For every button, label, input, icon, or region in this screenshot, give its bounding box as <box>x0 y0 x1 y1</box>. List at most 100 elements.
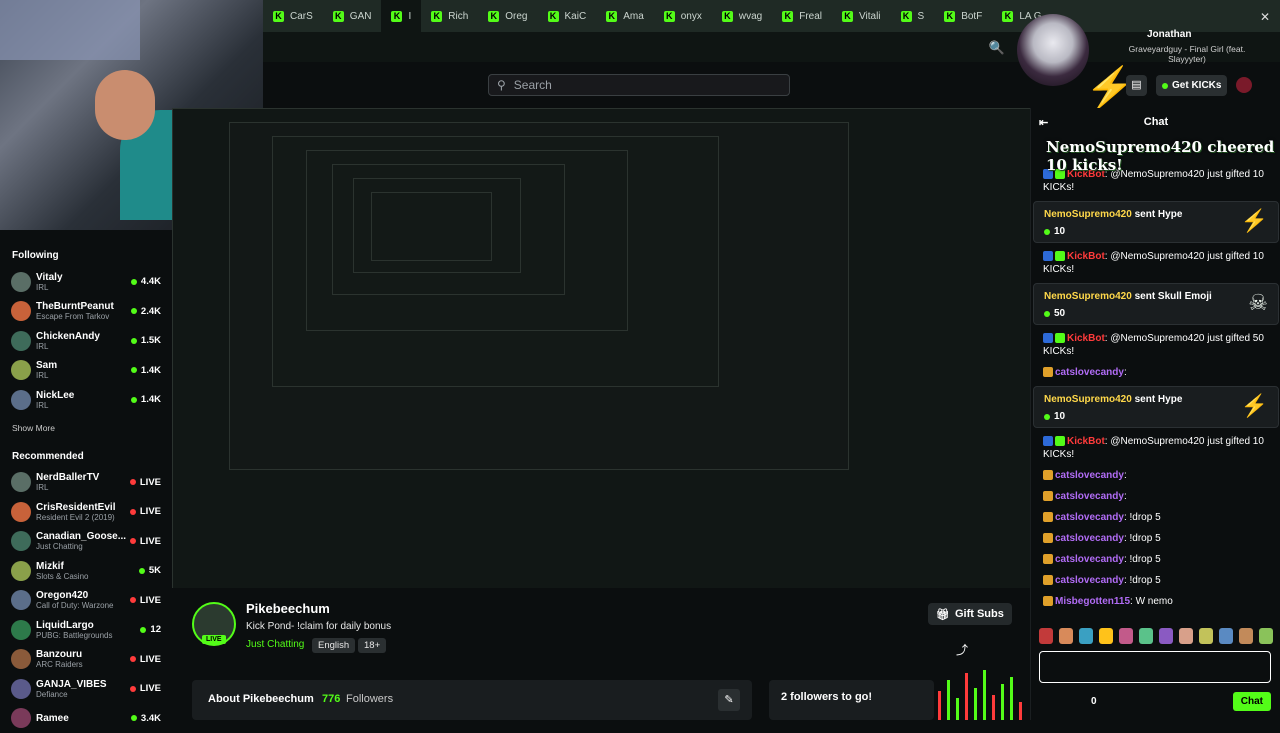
tab-label: BotF <box>961 11 982 22</box>
badge-icon <box>1043 596 1053 606</box>
sidebar-channel-following[interactable]: NickLeeIRL1.4K <box>0 385 172 415</box>
live-dot-icon <box>130 656 136 662</box>
browser-tab[interactable]: KRich <box>421 0 478 32</box>
get-kicks-label: Get KICKs <box>1172 80 1221 91</box>
browser-tab[interactable]: K CarS <box>263 0 323 32</box>
bolt-icon: ⚡ <box>1241 393 1268 419</box>
channel-avatar <box>11 360 31 380</box>
chat-message: catslovecandy: <box>1031 486 1280 507</box>
search-input[interactable]: ⚲ Search <box>488 74 790 96</box>
user-avatar[interactable] <box>1236 77 1252 93</box>
zoom-icon[interactable]: 🔍 <box>989 40 1005 56</box>
sidebar-channel-following[interactable]: TheBurntPeanutEscape From Tarkov2.4K <box>0 297 172 327</box>
sidebar-channel-recommended[interactable]: MizkifSlots & Casino5K <box>0 556 172 586</box>
emote-icon[interactable] <box>1099 628 1113 644</box>
collapse-chat-icon[interactable]: ⇤ <box>1039 116 1048 129</box>
browser-tab[interactable]: Kwvag <box>712 0 772 32</box>
browser-tab[interactable]: KS <box>891 0 935 32</box>
chat-username[interactable]: catslovecandy <box>1055 575 1124 586</box>
browser-tab[interactable]: KBotF <box>934 0 992 32</box>
tag-age[interactable]: 18+ <box>358 638 386 653</box>
tab-label: Vitali <box>859 11 881 22</box>
badge-icon <box>1043 367 1053 377</box>
emote-icon[interactable] <box>1199 628 1213 644</box>
sidebar-channel-recommended[interactable]: LiquidLargoPUBG: Battlegrounds12 <box>0 615 172 645</box>
chat-text: : !drop 5 <box>1124 554 1161 565</box>
chat-username[interactable]: catslovecandy <box>1055 470 1124 481</box>
chat-message: catslovecandy: !drop 5 <box>1031 528 1280 549</box>
edit-icon[interactable]: ✎ <box>718 689 740 711</box>
kick-favicon-icon: K <box>273 11 284 22</box>
browser-tab[interactable]: KVitali <box>832 0 891 32</box>
stream-title: Kick Pond- !claim for daily bonus <box>246 621 391 632</box>
browser-tab[interactable]: Konyx <box>654 0 712 32</box>
channel-name: Mizkif <box>36 561 139 572</box>
sidebar-channel-recommended[interactable]: Ramee3.4K <box>0 704 172 733</box>
emote-icon[interactable] <box>1139 628 1153 644</box>
badge-icon <box>1043 533 1053 543</box>
chat-input[interactable] <box>1039 651 1271 683</box>
badge-icon <box>1043 491 1053 501</box>
emote-icon[interactable] <box>1039 628 1053 644</box>
sidebar-channel-recommended[interactable]: Canadian_Goose...Just ChattingLIVE <box>0 527 172 557</box>
live-dot-icon <box>139 568 145 574</box>
send-chat-button[interactable]: Chat <box>1233 692 1271 711</box>
tag-language[interactable]: English <box>312 638 355 653</box>
chat-username[interactable]: catslovecandy <box>1055 533 1124 544</box>
tab-label: wvag <box>739 11 762 22</box>
live-dot-icon <box>130 479 136 485</box>
inbox-button[interactable]: ▤ <box>1126 75 1147 96</box>
sidebar-channel-recommended[interactable]: GANJA_VIBESDefianceLIVE <box>0 674 172 704</box>
emote-icon[interactable] <box>1219 628 1233 644</box>
emote-icon[interactable] <box>1239 628 1253 644</box>
followers-count: 776 <box>322 693 340 705</box>
channel-name: Banzouru <box>36 649 130 660</box>
sidebar-channel-recommended[interactable]: Oregon420Call of Duty: WarzoneLIVE <box>0 586 172 616</box>
browser-tab[interactable]: KKaiC <box>538 0 597 32</box>
tab-label: CarS <box>290 11 313 22</box>
gift-subs-button[interactable]: 🎁︎ Gift Subs <box>928 603 1012 625</box>
channel-name[interactable]: Pikebeechum <box>246 601 330 616</box>
emote-icon[interactable] <box>1119 628 1133 644</box>
chat-username[interactable]: KickBot <box>1067 436 1105 447</box>
sidebar-channel-recommended[interactable]: NerdBallerTVIRLLIVE <box>0 468 172 498</box>
chat-username[interactable]: KickBot <box>1067 333 1105 344</box>
emote-icon[interactable] <box>1059 628 1073 644</box>
channel-name: NerdBallerTV <box>36 472 130 483</box>
chat-username[interactable]: KickBot <box>1067 251 1105 262</box>
close-icon[interactable]: ✕ <box>1260 10 1270 24</box>
channel-category: Defiance <box>36 690 130 699</box>
channel-info: LIVE Pikebeechum Kick Pond- !claim for d… <box>172 588 1030 720</box>
gift-sender[interactable]: NemoSupremo420 <box>1044 209 1132 220</box>
emote-icon[interactable] <box>1159 628 1173 644</box>
emote-icon[interactable] <box>1259 628 1273 644</box>
kick-favicon-icon: K <box>333 11 344 22</box>
browser-tab[interactable]: KGAN <box>323 0 382 32</box>
chat-username[interactable]: catslovecandy <box>1055 491 1124 502</box>
sidebar-channel-recommended[interactable]: BanzouruARC RaidersLIVE <box>0 645 172 675</box>
browser-tab[interactable]: KAma <box>596 0 654 32</box>
gift-sender[interactable]: NemoSupremo420 <box>1044 291 1132 302</box>
viewer-count: LIVE <box>140 595 161 606</box>
sidebar-channel-following[interactable]: SamIRL1.4K <box>0 356 172 386</box>
audio-meter-bar <box>1001 684 1004 720</box>
chat-username[interactable]: catslovecandy <box>1055 512 1124 523</box>
chat-username[interactable]: catslovecandy <box>1055 554 1124 565</box>
sidebar-channel-recommended[interactable]: CrisResidentEvilResident Evil 2 (2019)LI… <box>0 497 172 527</box>
stream-video[interactable] <box>172 108 1030 588</box>
show-more-button[interactable]: Show More <box>0 415 172 439</box>
gift-sender[interactable]: NemoSupremo420 <box>1044 394 1132 405</box>
browser-tab[interactable]: KOreg <box>478 0 537 32</box>
channel-avatar <box>11 502 31 522</box>
sidebar-channel-following[interactable]: VitalyIRL4.4K <box>0 267 172 297</box>
chat-username[interactable]: Misbegotten115 <box>1055 596 1130 607</box>
get-kicks-button[interactable]: Get KICKs <box>1156 75 1227 96</box>
chat-username[interactable]: catslovecandy <box>1055 367 1124 378</box>
emote-icon[interactable] <box>1079 628 1093 644</box>
browser-tab[interactable]: KI <box>381 0 421 32</box>
browser-tab[interactable]: KFreal <box>772 0 832 32</box>
emote-icon[interactable] <box>1179 628 1193 644</box>
stream-category[interactable]: Just Chatting <box>246 639 304 650</box>
audio-meter-bar <box>965 673 968 720</box>
sidebar-channel-following[interactable]: ChickenAndyIRL1.5K <box>0 326 172 356</box>
